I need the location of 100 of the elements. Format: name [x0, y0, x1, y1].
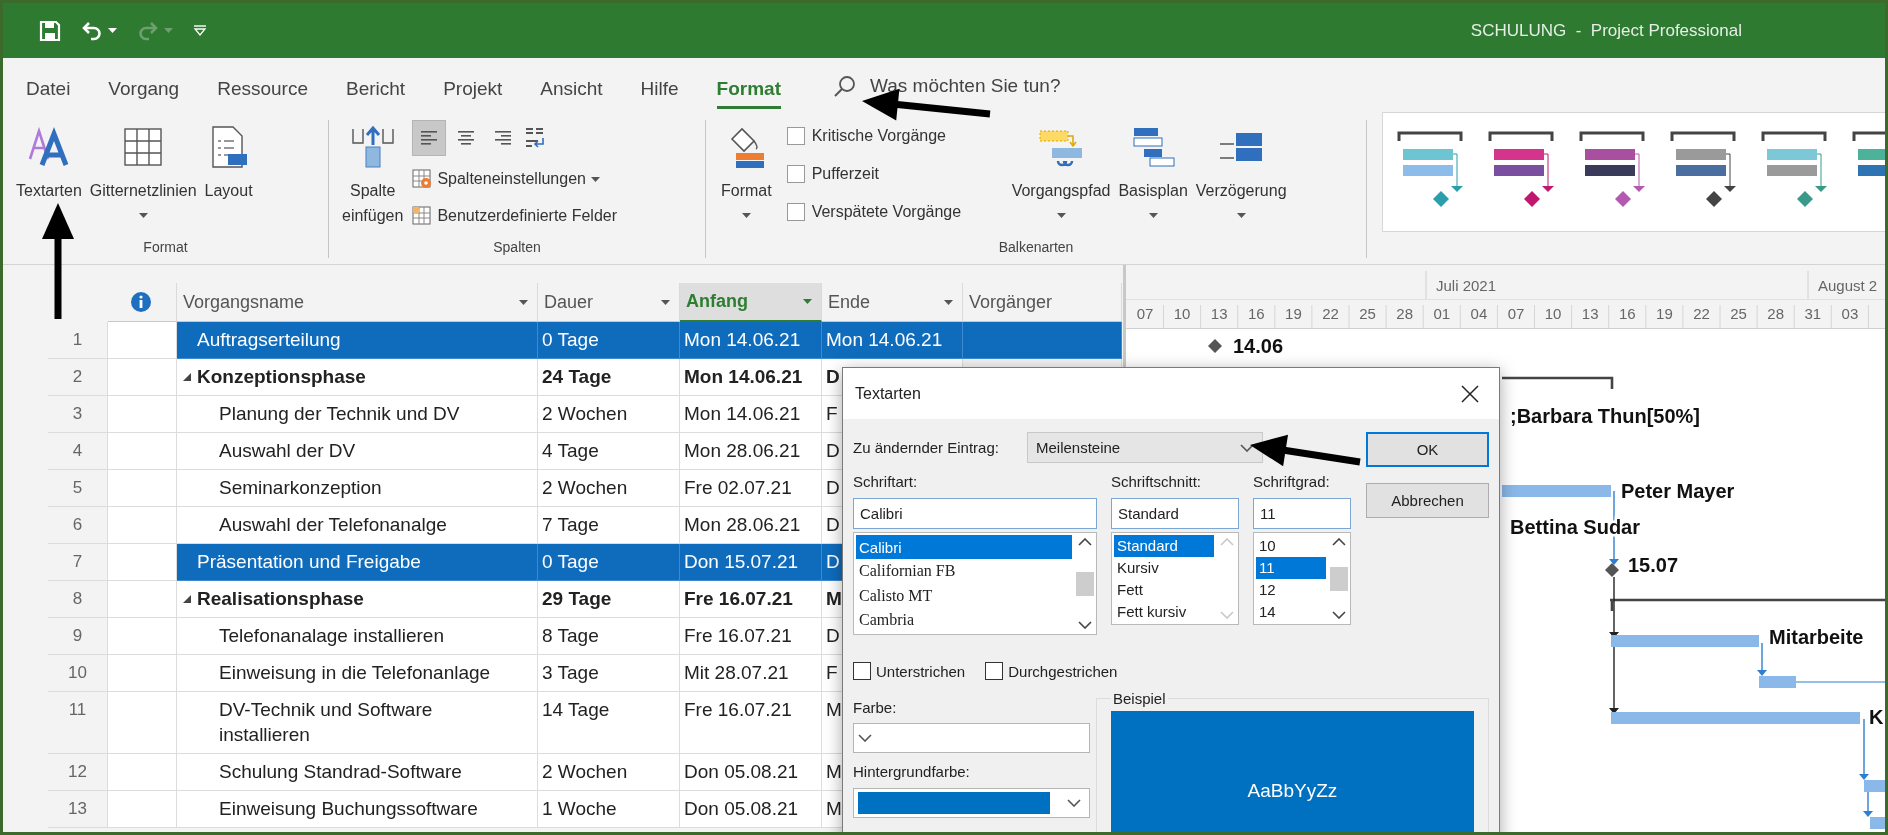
menu-tab[interactable]: Vorgang [108, 67, 180, 109]
ribbon-button[interactable]: Benutzerdefinierte Felder [412, 202, 618, 230]
menu-tab[interactable]: Bericht [346, 67, 406, 109]
row-number: 12 [48, 754, 108, 791]
menu-tab[interactable]: Format [716, 67, 781, 109]
menu-tab[interactable]: Datei [26, 67, 71, 109]
table-cell[interactable]: Realisationsphase [177, 581, 538, 618]
table-cell: 1 Woche [538, 791, 680, 828]
field-label: Farbe: [853, 699, 898, 717]
table-cell: 3 Tage [538, 655, 680, 692]
row-number: 1 [48, 322, 108, 359]
timescale-label: 07 [1507, 305, 1525, 322]
timescale-label: 19 [1656, 305, 1673, 322]
text-field[interactable]: 11 [1253, 498, 1351, 529]
table-cell: Mon 14.06.21 [680, 322, 822, 359]
list-item[interactable]: Kursiv [1114, 556, 1214, 579]
column-header[interactable]: Vorgangsname [177, 283, 538, 322]
timescale-label: 03 [1841, 305, 1859, 322]
dialog-button[interactable]: Abbrechen [1366, 483, 1489, 518]
menu-tab[interactable]: Projekt [443, 67, 503, 109]
task-name: Telefonanalage installieren [219, 624, 444, 648]
text-field[interactable]: Standard [1111, 498, 1239, 529]
ribbon-button[interactable]: Spalte einfügen [339, 124, 407, 228]
ribbon-button[interactable]: Format [718, 124, 775, 222]
timescale-label: 01 [1433, 305, 1451, 322]
dialog-button[interactable]: OK [1366, 432, 1489, 467]
timescale-label: 16 [1247, 305, 1265, 322]
checkbox-label: Kritische Vorgänge [811, 127, 946, 145]
text-field[interactable]: Calibri [853, 498, 1097, 529]
table-cell[interactable]: Auftragserteilung [177, 322, 538, 359]
resource-label: ;Barbara Thun[50%] [1510, 405, 1701, 427]
list-item[interactable]: Calibri [856, 535, 1072, 560]
menu-tab[interactable]: Hilfe [640, 67, 679, 109]
column-header[interactable]: Anfang [680, 283, 822, 322]
field-label: Schriftgrad: [1253, 473, 1331, 491]
table-cell[interactable]: Telefonanalage installieren [177, 618, 538, 655]
group-box-label: Beispiel [1112, 690, 1167, 707]
task-name: Auftragserteilung [197, 328, 341, 352]
table-cell: Fre 16.07.21 [680, 618, 822, 655]
timescale-label: 28 [1396, 305, 1414, 322]
resource-label: Peter Mayer [1621, 480, 1735, 502]
list-item[interactable]: Fett kursiv [1114, 600, 1214, 622]
ribbon-button[interactable]: Layout [201, 124, 256, 222]
table-cell: Mon 28.06.21 [680, 433, 822, 470]
ribbon-button[interactable]: Textarten [13, 124, 85, 222]
row-number: 13 [48, 791, 108, 828]
timescale-label: 25 [1359, 305, 1376, 322]
search-field[interactable]: Was möchten Sie tun? [870, 75, 1110, 97]
ribbon-button[interactable]: Verzögerung [1192, 124, 1290, 222]
table-cell: Don 15.07.21 [680, 544, 822, 581]
entry-dropdown[interactable]: Meilensteine [1027, 432, 1263, 463]
table-cell: Don 05.08.21 [680, 754, 822, 791]
menu-tab[interactable]: Ansicht [540, 67, 603, 109]
table-cell[interactable]: Auswahl der Telefonanalge [177, 507, 538, 544]
table-cell[interactable]: Schulung Standrad-Software [177, 754, 538, 791]
list-box[interactable]: Standard Kursiv Fett Fett kursiv [1111, 532, 1239, 625]
list-item[interactable]: 11 [1256, 556, 1326, 579]
list-item[interactable]: 14 [1256, 600, 1326, 622]
timescale-label: 31 [1804, 305, 1822, 322]
table-cell[interactable]: Konzeptionsphase [177, 359, 538, 396]
list-box[interactable]: Calibri Californian FB Calisto MT Cambria [853, 532, 1097, 635]
row-number: 7 [48, 544, 108, 581]
task-name: Seminarkonzeption [219, 476, 382, 500]
table-cell: Mon 14.06.21 [680, 396, 822, 433]
ribbon-button[interactable]: Basisplan [1115, 124, 1191, 222]
timescale-label: 10 [1173, 305, 1191, 322]
table-cell[interactable]: Einweisung in die Telefonanlage [177, 655, 538, 692]
menu-tab[interactable]: Ressource [217, 67, 308, 109]
table-cell[interactable]: Planung der Technik und DV [177, 396, 538, 433]
list-item[interactable]: Fett [1114, 578, 1214, 601]
checkbox-label: Pufferzeit [811, 165, 879, 183]
table-cell: Fre 02.07.21 [680, 470, 822, 507]
list-item[interactable]: 12 [1256, 578, 1326, 601]
list-item[interactable]: 10 [1256, 535, 1326, 557]
group-label: Spalten [493, 239, 541, 255]
row-number: 10 [48, 655, 108, 692]
table-cell[interactable]: Auswahl der DV [177, 433, 538, 470]
column-header[interactable]: Dauer [538, 283, 680, 322]
sample-preview: AaBbYyZz [1111, 711, 1474, 832]
ribbon-button[interactable]: Gitternetzlinien [86, 124, 200, 222]
column-header[interactable]: Ende [822, 283, 963, 322]
column-header[interactable]: Vorgänger [963, 283, 1122, 322]
table-cell: 4 Tage [538, 433, 680, 470]
task-name: Präsentation und Freigabe [197, 550, 421, 574]
ribbon-button[interactable]: Vorgangspfad [1008, 124, 1114, 222]
list-box[interactable]: 10 11 12 14 [1253, 532, 1351, 625]
table-cell: Don 05.08.21 [680, 791, 822, 828]
table-cell: 8 Tage [538, 618, 680, 655]
timescale-label: 19 [1285, 305, 1302, 322]
table-cell: Mit 28.07.21 [680, 655, 822, 692]
table-cell: 7 Tage [538, 507, 680, 544]
row-number: 3 [48, 396, 108, 433]
table-cell[interactable]: Präsentation und Freigabe [177, 544, 538, 581]
list-item[interactable]: Standard [1114, 535, 1214, 557]
table-cell[interactable]: Seminarkonzeption [177, 470, 538, 507]
table-cell: 2 Wochen [538, 470, 680, 507]
table-cell: 24 Tage [538, 359, 680, 396]
ribbon-button[interactable]: Spalteneinstellungen [412, 165, 618, 193]
table-cell[interactable]: DV-Technik und Software installieren [177, 692, 538, 754]
table-cell[interactable]: Einweisung Buchungssoftware [177, 791, 538, 828]
